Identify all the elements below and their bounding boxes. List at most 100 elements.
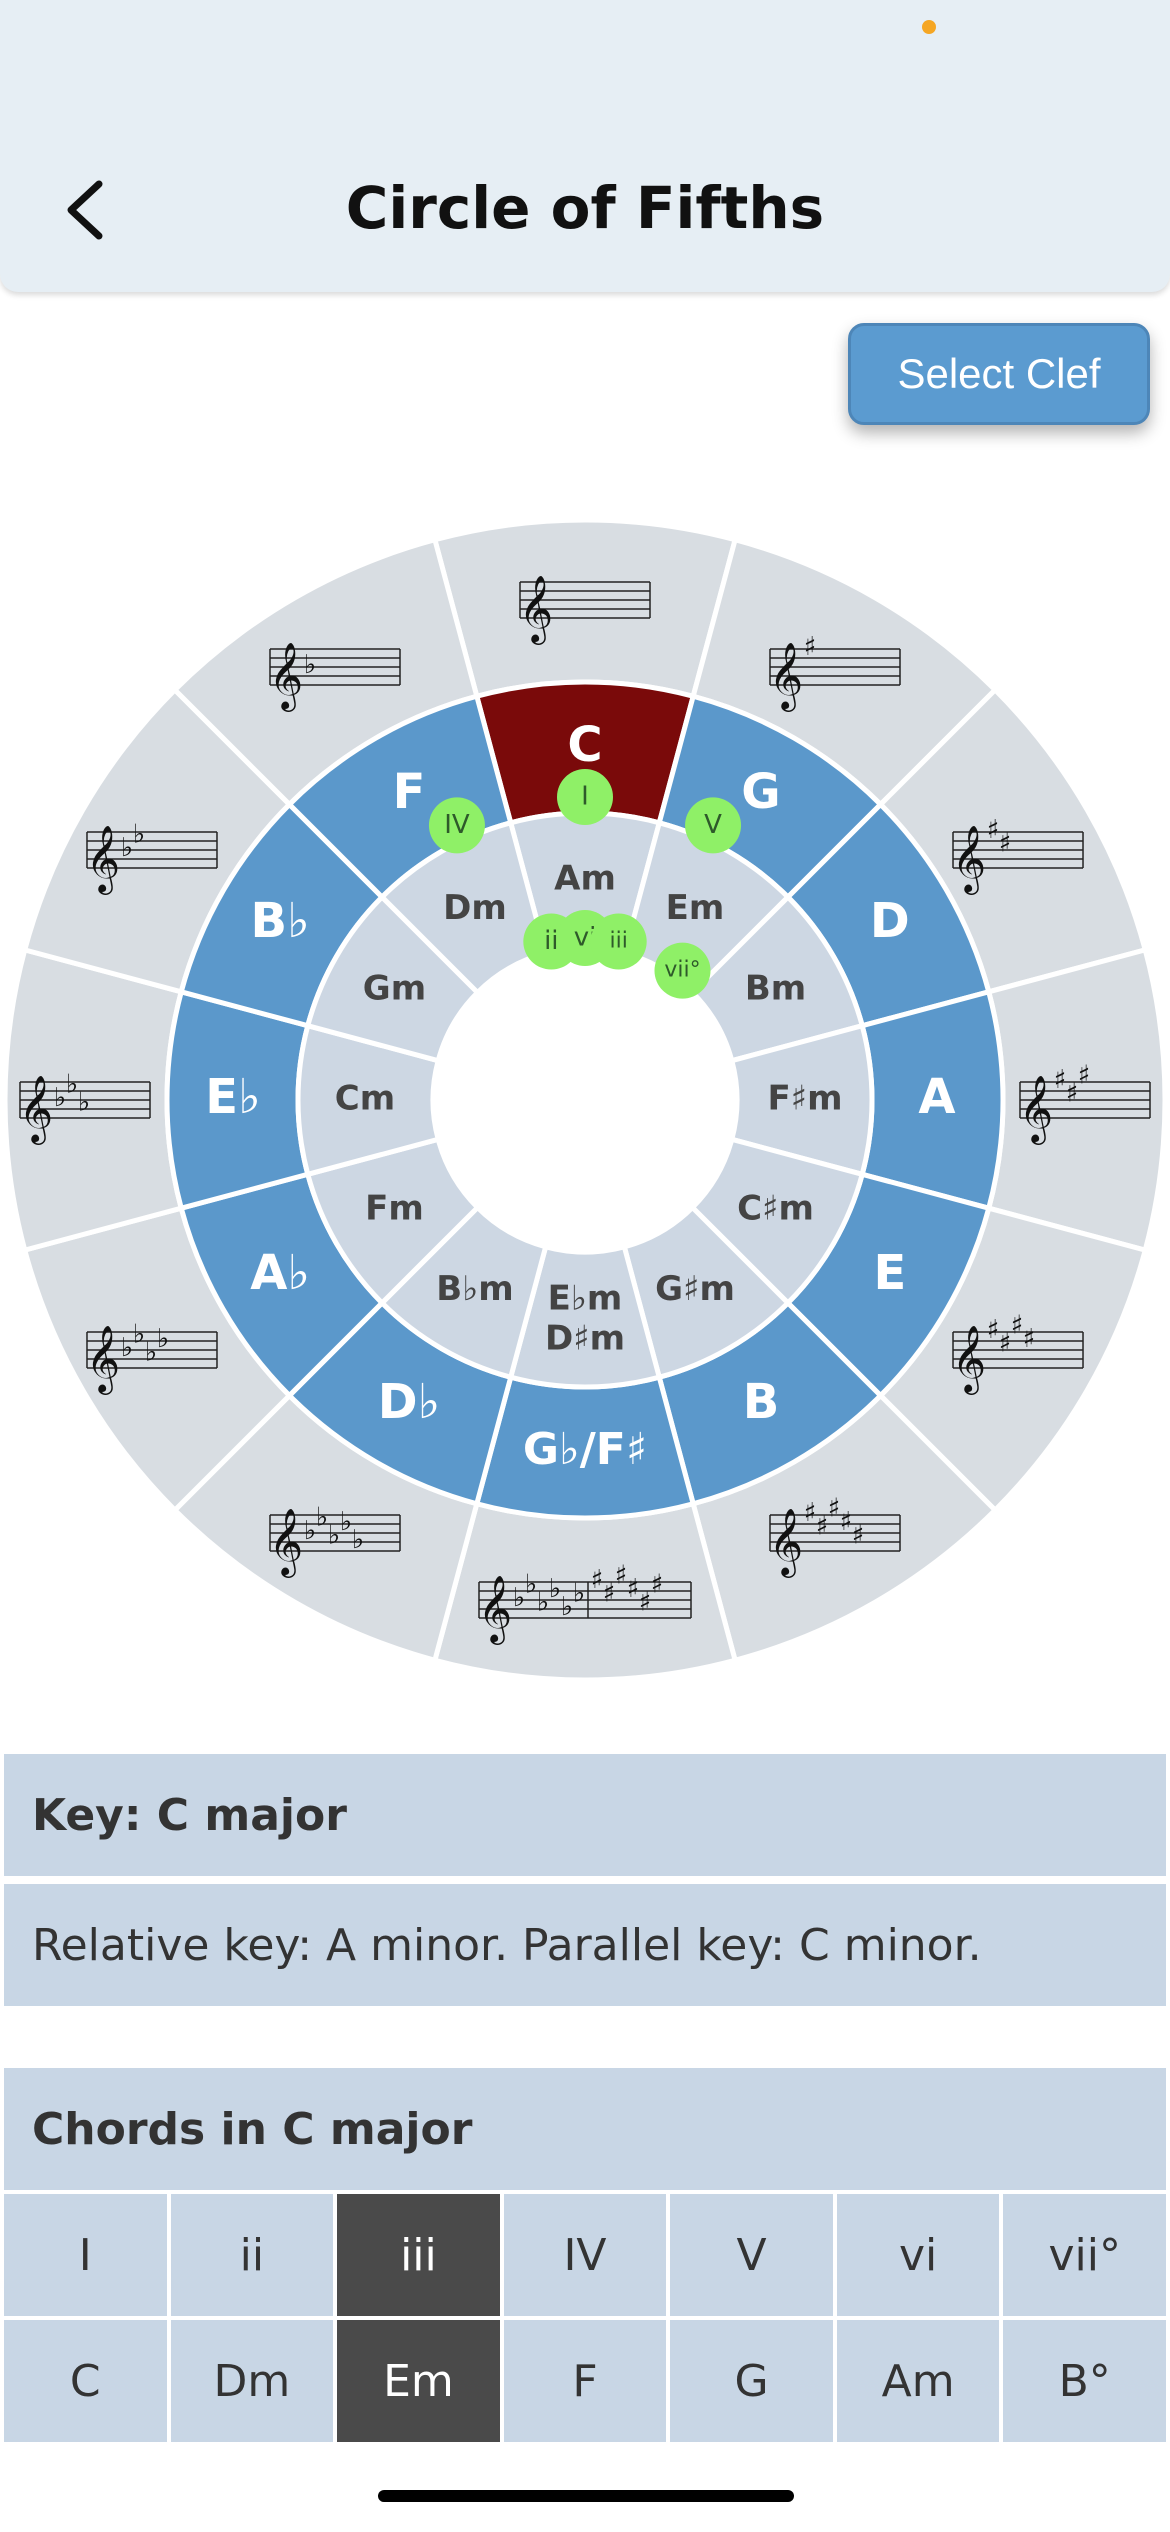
major-key-label: A♭ [250, 1245, 310, 1301]
key-signature-segment[interactable] [431, 517, 739, 700]
svg-text:♭: ♭ [133, 1320, 145, 1350]
minor-key-label: D♯m [545, 1319, 625, 1359]
svg-text:♯: ♯ [1054, 1065, 1067, 1095]
major-key-label: E♭ [205, 1069, 260, 1125]
chord-name-cell[interactable]: G [670, 2320, 833, 2442]
svg-text:♯: ♯ [804, 1498, 817, 1528]
svg-text:𝄞: 𝄞 [769, 1507, 803, 1578]
major-key-label: G [741, 764, 780, 820]
svg-text:♭: ♭ [573, 1579, 585, 1609]
chord-name-cell[interactable]: B° [1003, 2320, 1166, 2442]
svg-text:𝄞: 𝄞 [86, 824, 120, 895]
svg-text:𝄞: 𝄞 [952, 1324, 986, 1395]
select-clef-button[interactable]: Select Clef [848, 323, 1150, 425]
minor-key-label: F♯m [767, 1079, 842, 1119]
svg-text:𝄞: 𝄞 [269, 1507, 303, 1578]
minor-key-label: Bm [745, 969, 806, 1009]
chord-grid: Iii iii IV Vvi vii° C Dm Em F G Am B° [4, 2194, 1166, 2442]
svg-text:♯: ♯ [999, 829, 1012, 859]
svg-text:♭: ♭ [66, 1070, 78, 1100]
svg-text:♭: ♭ [316, 1503, 328, 1533]
svg-text:♭: ♭ [54, 1083, 66, 1113]
svg-text:𝄞: 𝄞 [519, 574, 553, 645]
svg-text:♯: ♯ [627, 1574, 640, 1604]
svg-text:𝄞: 𝄞 [269, 641, 303, 712]
svg-text:♭: ♭ [157, 1324, 169, 1354]
svg-text:♭: ♭ [145, 1338, 157, 1368]
chord-degree-cell[interactable]: IV [503, 2194, 667, 2316]
minor-key-label: Cm [335, 1079, 395, 1119]
major-key-label: B [743, 1374, 780, 1430]
svg-text:♭: ♭ [121, 833, 133, 863]
major-degree-badge-label: I [581, 782, 589, 812]
chord-degree-cell[interactable]: vii° [1003, 2194, 1166, 2316]
major-key-label: C [567, 717, 602, 773]
minor-key-label: Fm [365, 1189, 424, 1229]
chord-degree-cell[interactable]: V [670, 2194, 833, 2316]
major-key-label: B♭ [251, 893, 310, 949]
svg-text:𝄞: 𝄞 [952, 824, 986, 895]
svg-text:♭: ♭ [133, 820, 145, 850]
svg-text:♯: ♯ [1023, 1324, 1036, 1354]
chord-name-cell[interactable]: Em [337, 2320, 500, 2442]
major-key-label: F [393, 764, 426, 820]
relative-key-text: Relative key: A minor. Parallel key: C m… [4, 1884, 1166, 2006]
circle-of-fifths-wheel[interactable]: C G D A E B G♭/F♯ D♭ A♭ E♭ B♭ F Am Em Bm F♯m C♯mG♯m E♭mD♯… [0, 510, 1170, 1690]
svg-text:♯: ♯ [828, 1494, 841, 1524]
svg-text:♯: ♯ [1078, 1061, 1091, 1091]
minor-degree-badge-label: ii [544, 926, 558, 956]
minor-key-label: C♯m [737, 1189, 814, 1229]
svg-text:♯: ♯ [999, 1329, 1012, 1359]
chord-name-cell[interactable]: Am [836, 2320, 1000, 2442]
chord-name-cell[interactable]: Dm [170, 2320, 334, 2442]
svg-text:♯: ♯ [852, 1521, 865, 1551]
svg-text:♭: ♭ [304, 1516, 316, 1546]
svg-text:𝄞: 𝄞 [478, 1574, 512, 1645]
svg-text:♭: ♭ [513, 1583, 525, 1613]
svg-text:𝄞: 𝄞 [769, 641, 803, 712]
major-key-label: A [918, 1069, 955, 1125]
chord-name-cell[interactable]: F [503, 2320, 667, 2442]
minor-key-label: Gm [363, 969, 426, 1009]
home-indicator [378, 2490, 794, 2502]
svg-text:𝄞: 𝄞 [1019, 1074, 1053, 1145]
minor-key-label: G♯m [655, 1269, 735, 1309]
chord-name-cell[interactable]: C [4, 2320, 167, 2442]
status-indicator-dot [922, 20, 936, 34]
major-key-label: D♭ [378, 1374, 440, 1430]
svg-text:♯: ♯ [804, 632, 817, 662]
major-key-label: D [870, 893, 910, 949]
chord-degree-cell[interactable]: ii [170, 2194, 334, 2316]
svg-text:♯: ♯ [591, 1565, 604, 1595]
svg-text:♭: ♭ [121, 1333, 133, 1363]
svg-text:♭: ♭ [549, 1574, 561, 1604]
svg-text:♭: ♭ [304, 650, 316, 680]
svg-text:♯: ♯ [816, 1512, 829, 1542]
chord-degree-cell[interactable]: vi [836, 2194, 1000, 2316]
svg-text:♯: ♯ [1011, 1311, 1024, 1341]
svg-text:𝄞: 𝄞 [19, 1074, 53, 1145]
svg-text:♯: ♯ [651, 1570, 664, 1600]
minor-key-label: Dm [443, 888, 507, 928]
chords-heading: Chords in C major [4, 2068, 1166, 2190]
minor-degree-badge-label: vii° [664, 958, 700, 983]
svg-text:♯: ♯ [603, 1579, 616, 1609]
svg-text:♭: ♭ [537, 1588, 549, 1618]
svg-text:♭: ♭ [561, 1592, 573, 1622]
chord-degree-cell[interactable]: I [4, 2194, 167, 2316]
svg-text:♭: ♭ [340, 1507, 352, 1537]
svg-text:♯: ♯ [840, 1507, 853, 1537]
major-degree-badge-label: IV [444, 810, 470, 840]
svg-text:♯: ♯ [615, 1561, 628, 1591]
svg-text:♭: ♭ [328, 1521, 340, 1551]
minor-key-label: B♭m [436, 1269, 513, 1309]
major-key-label: E [873, 1245, 906, 1301]
minor-key-label: E♭m [548, 1279, 623, 1319]
page-title: Circle of Fifths [345, 174, 825, 242]
chord-degree-cell[interactable]: iii [337, 2194, 500, 2316]
svg-text:♭: ♭ [352, 1525, 364, 1555]
svg-text:♯: ♯ [987, 815, 1000, 845]
nav-header: Circle of Fifths [0, 0, 1170, 292]
major-degree-badge-label: V [704, 810, 722, 840]
svg-text:♭: ♭ [525, 1570, 537, 1600]
